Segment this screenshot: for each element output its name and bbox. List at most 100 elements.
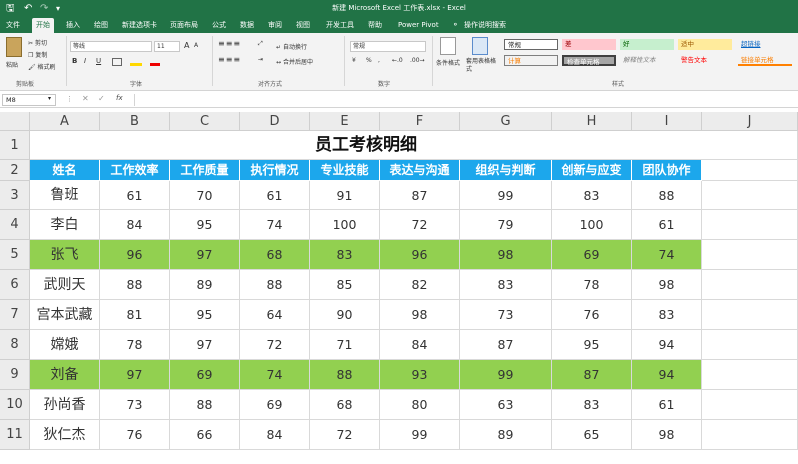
font-color-icon[interactable] bbox=[150, 58, 160, 66]
score-cell[interactable]: 61 bbox=[632, 210, 702, 240]
score-cell[interactable]: 90 bbox=[310, 300, 380, 330]
column-header-g[interactable]: G bbox=[460, 112, 552, 131]
empty-cell[interactable] bbox=[702, 210, 798, 240]
tab-formulas[interactable]: 公式 bbox=[208, 18, 230, 33]
column-header-c[interactable]: C bbox=[170, 112, 240, 131]
score-cell[interactable]: 72 bbox=[380, 210, 460, 240]
row-header-5[interactable]: 5 bbox=[0, 240, 30, 270]
score-cell[interactable]: 78 bbox=[100, 330, 170, 360]
score-cell[interactable]: 85 bbox=[310, 270, 380, 300]
row-header-1[interactable]: 1 bbox=[0, 131, 30, 160]
copy-button[interactable]: ❐ 复制 bbox=[28, 50, 47, 59]
score-cell[interactable]: 78 bbox=[552, 270, 632, 300]
score-cell[interactable]: 72 bbox=[310, 420, 380, 450]
score-cell[interactable]: 98 bbox=[632, 270, 702, 300]
cancel-icon[interactable]: ✕ bbox=[82, 94, 89, 103]
header-cell[interactable]: 创新与应变 bbox=[552, 160, 632, 181]
font-name-dropdown[interactable]: 等线 bbox=[70, 41, 152, 52]
header-cell[interactable]: 表达与沟通 bbox=[380, 160, 460, 181]
header-cell[interactable]: 组织与判断 bbox=[460, 160, 552, 181]
row-header-7[interactable]: 7 bbox=[0, 300, 30, 330]
tab-draw[interactable]: 绘图 bbox=[90, 18, 112, 33]
score-cell[interactable]: 97 bbox=[100, 360, 170, 390]
increase-decimal-icon[interactable]: ←.0 bbox=[392, 57, 403, 64]
tell-me-search[interactable]: 操作说明搜索 bbox=[460, 18, 510, 33]
score-cell[interactable]: 88 bbox=[170, 390, 240, 420]
vertical-align-icons[interactable]: ≡≡≡ bbox=[218, 39, 241, 48]
score-cell[interactable]: 80 bbox=[380, 390, 460, 420]
row-header-3[interactable]: 3 bbox=[0, 181, 30, 210]
paste-button[interactable]: 粘贴 bbox=[6, 60, 18, 69]
score-cell[interactable]: 98 bbox=[632, 420, 702, 450]
style-neutral[interactable]: 适中 bbox=[678, 39, 732, 50]
tab-data[interactable]: 数据 bbox=[236, 18, 258, 33]
score-cell[interactable]: 69 bbox=[552, 240, 632, 270]
score-cell[interactable]: 63 bbox=[460, 390, 552, 420]
score-cell[interactable]: 76 bbox=[552, 300, 632, 330]
score-cell[interactable]: 99 bbox=[380, 420, 460, 450]
score-cell[interactable]: 99 bbox=[460, 360, 552, 390]
empty-cell[interactable] bbox=[702, 270, 798, 300]
score-cell[interactable]: 69 bbox=[170, 360, 240, 390]
grow-font-button[interactable]: A bbox=[184, 41, 189, 50]
score-cell[interactable]: 74 bbox=[240, 210, 310, 240]
empty-cell[interactable] bbox=[702, 420, 798, 450]
style-check-cell[interactable]: 检查单元格 bbox=[562, 55, 616, 66]
employee-name-cell[interactable]: 刘备 bbox=[30, 360, 100, 390]
score-cell[interactable]: 83 bbox=[460, 270, 552, 300]
score-cell[interactable]: 98 bbox=[380, 300, 460, 330]
header-cell[interactable]: 姓名 bbox=[30, 160, 100, 181]
style-linked-cell[interactable]: 链接单元格 bbox=[738, 55, 792, 66]
header-cell[interactable]: 工作效率 bbox=[100, 160, 170, 181]
score-cell[interactable]: 94 bbox=[632, 330, 702, 360]
score-cell[interactable]: 88 bbox=[632, 181, 702, 210]
style-bad[interactable]: 差 bbox=[562, 39, 616, 50]
score-cell[interactable]: 96 bbox=[100, 240, 170, 270]
score-cell[interactable]: 88 bbox=[310, 360, 380, 390]
score-cell[interactable]: 88 bbox=[240, 270, 310, 300]
score-cell[interactable]: 61 bbox=[100, 181, 170, 210]
tab-help[interactable]: 帮助 bbox=[364, 18, 386, 33]
employee-name-cell[interactable]: 鲁班 bbox=[30, 181, 100, 210]
score-cell[interactable]: 89 bbox=[460, 420, 552, 450]
tab-page-layout[interactable]: 页面布局 bbox=[166, 18, 202, 33]
score-cell[interactable]: 88 bbox=[100, 270, 170, 300]
score-cell[interactable]: 96 bbox=[380, 240, 460, 270]
score-cell[interactable]: 73 bbox=[100, 390, 170, 420]
score-cell[interactable]: 95 bbox=[170, 300, 240, 330]
empty-cell[interactable] bbox=[702, 240, 798, 270]
employee-name-cell[interactable]: 张飞 bbox=[30, 240, 100, 270]
chevron-down-icon[interactable]: ▾ bbox=[48, 95, 51, 102]
row-header-10[interactable]: 10 bbox=[0, 390, 30, 420]
shrink-font-button[interactable]: A bbox=[194, 42, 198, 49]
style-normal[interactable]: 常规 bbox=[504, 39, 558, 50]
underline-button[interactable]: U bbox=[96, 57, 101, 65]
employee-name-cell[interactable]: 武则天 bbox=[30, 270, 100, 300]
orientation-icon[interactable]: ⤢ bbox=[258, 40, 263, 48]
font-size-dropdown[interactable]: 11 bbox=[154, 41, 180, 52]
style-explanatory[interactable]: 解释性文本 bbox=[620, 55, 674, 66]
score-cell[interactable]: 93 bbox=[380, 360, 460, 390]
score-cell[interactable]: 74 bbox=[632, 240, 702, 270]
style-calculation[interactable]: 计算 bbox=[504, 55, 558, 66]
score-cell[interactable]: 97 bbox=[170, 330, 240, 360]
empty-cell[interactable] bbox=[702, 300, 798, 330]
cut-button[interactable]: ✂ 剪切 bbox=[28, 38, 47, 47]
score-cell[interactable]: 64 bbox=[240, 300, 310, 330]
score-cell[interactable]: 71 bbox=[310, 330, 380, 360]
format-as-table-icon[interactable] bbox=[472, 37, 488, 55]
fill-color-icon[interactable] bbox=[130, 58, 142, 66]
decrease-decimal-icon[interactable]: .00→ bbox=[410, 57, 425, 64]
score-cell[interactable]: 72 bbox=[240, 330, 310, 360]
header-cell[interactable]: 工作质量 bbox=[170, 160, 240, 181]
merge-center-button[interactable]: ↔ 合并后居中 bbox=[276, 57, 313, 66]
tab-review[interactable]: 审阅 bbox=[264, 18, 286, 33]
header-cell[interactable]: 团队协作 bbox=[632, 160, 702, 181]
header-cell[interactable]: 专业技能 bbox=[310, 160, 380, 181]
score-cell[interactable]: 83 bbox=[310, 240, 380, 270]
format-painter-button[interactable]: 🖌 格式刷 bbox=[28, 62, 56, 71]
score-cell[interactable]: 84 bbox=[240, 420, 310, 450]
empty-cell[interactable] bbox=[702, 360, 798, 390]
row-header-8[interactable]: 8 bbox=[0, 330, 30, 360]
score-cell[interactable]: 69 bbox=[240, 390, 310, 420]
